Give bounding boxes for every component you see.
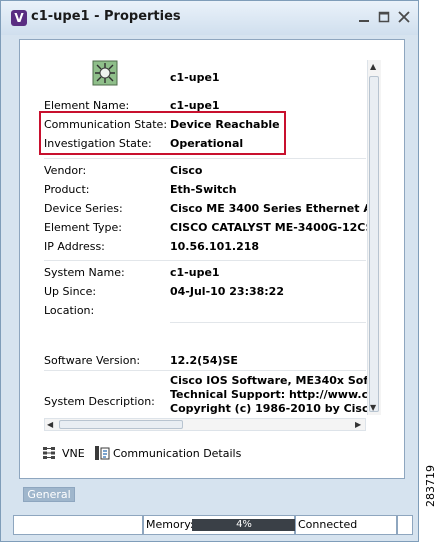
section-divider xyxy=(44,158,366,159)
vne-link[interactable]: VNE xyxy=(62,447,85,460)
memory-usage-bar: 4% xyxy=(192,519,296,531)
memory-usage-value: 4% xyxy=(236,519,252,530)
system-description-line: Copyright (c) 1986-2010 by Cisco Sys xyxy=(170,402,367,415)
investigation-state-label: Investigation State: xyxy=(44,137,152,150)
status-cell-empty xyxy=(13,515,143,535)
vertical-scroll-thumb[interactable] xyxy=(369,76,379,412)
product-value: Eth-Switch xyxy=(170,183,237,196)
up-since-value: 04-Jul-10 23:38:22 xyxy=(170,285,284,298)
maximize-icon[interactable] xyxy=(376,9,392,25)
system-description-line: Technical Support: http://www.cisco xyxy=(170,388,367,401)
connection-status: Connected xyxy=(295,515,397,535)
scroll-right-icon[interactable]: ▶ xyxy=(355,420,361,430)
element-type-value: CISCO CATALYST ME-3400G-12CS-A xyxy=(170,221,367,234)
section-divider xyxy=(44,260,366,261)
element-type-label: Element Type: xyxy=(44,221,123,234)
vne-icon[interactable] xyxy=(42,446,56,460)
vendor-value: Cisco xyxy=(170,164,203,177)
scroll-up-icon[interactable]: ▲ xyxy=(370,62,376,72)
tab-general[interactable]: General xyxy=(23,487,75,502)
memory-label: Memory: xyxy=(146,518,194,531)
window-title: c1-upe1 - Properties xyxy=(31,9,181,24)
title-bar[interactable]: V c1-upe1 - Properties xyxy=(1,1,418,35)
resize-grip-icon[interactable] xyxy=(397,515,413,535)
ip-address-label: IP Address: xyxy=(44,240,105,253)
software-version-value: 12.2(54)SE xyxy=(170,354,238,367)
system-description-label: System Description: xyxy=(44,395,155,408)
scroll-down-icon[interactable]: ▼ xyxy=(370,403,376,413)
properties-window: V c1-upe1 - Properties c1-upe1 Element N… xyxy=(0,0,419,542)
system-name-label: System Name: xyxy=(44,266,125,279)
vertical-scrollbar[interactable]: ▲ ▼ xyxy=(367,60,381,415)
system-name-value: c1-upe1 xyxy=(170,266,220,279)
system-description-line: Cisco IOS Software, ME340x Softwar xyxy=(170,374,367,387)
communication-state-label: Communication State: xyxy=(44,118,168,131)
communication-state-value: Device Reachable xyxy=(170,118,280,131)
ip-address-value: 10.56.101.218 xyxy=(170,240,260,253)
up-since-label: Up Since: xyxy=(44,285,97,298)
switch-icon xyxy=(92,60,118,86)
software-version-label: Software Version: xyxy=(44,354,141,367)
horizontal-scroll-thumb[interactable] xyxy=(59,420,183,429)
status-bar: Memory: 4% Connected xyxy=(13,515,413,535)
device-series-value: Cisco ME 3400 Series Ethernet Acce xyxy=(170,202,367,215)
location-underline xyxy=(170,322,366,323)
device-name-header: c1-upe1 xyxy=(170,71,220,84)
app-icon: V xyxy=(11,10,27,26)
figure-id: 283719 xyxy=(424,465,437,507)
investigation-state-value: Operational xyxy=(170,137,244,150)
minimize-icon[interactable] xyxy=(356,9,372,25)
memory-cell: Memory: 4% xyxy=(143,515,296,535)
location-label: Location: xyxy=(44,304,95,317)
vendor-label: Vendor: xyxy=(44,164,87,177)
properties-panel: c1-upe1 Element Name: c1-upe1 Communicat… xyxy=(19,39,405,479)
horizontal-scrollbar[interactable]: ◀ ▶ xyxy=(44,418,366,431)
close-icon[interactable] xyxy=(396,9,412,25)
communication-details-link[interactable]: Communication Details xyxy=(113,447,241,460)
product-label: Product: xyxy=(44,183,90,196)
device-series-label: Device Series: xyxy=(44,202,123,215)
scroll-left-icon[interactable]: ◀ xyxy=(47,420,53,430)
section-divider xyxy=(44,370,366,371)
communication-details-icon[interactable] xyxy=(94,445,110,461)
